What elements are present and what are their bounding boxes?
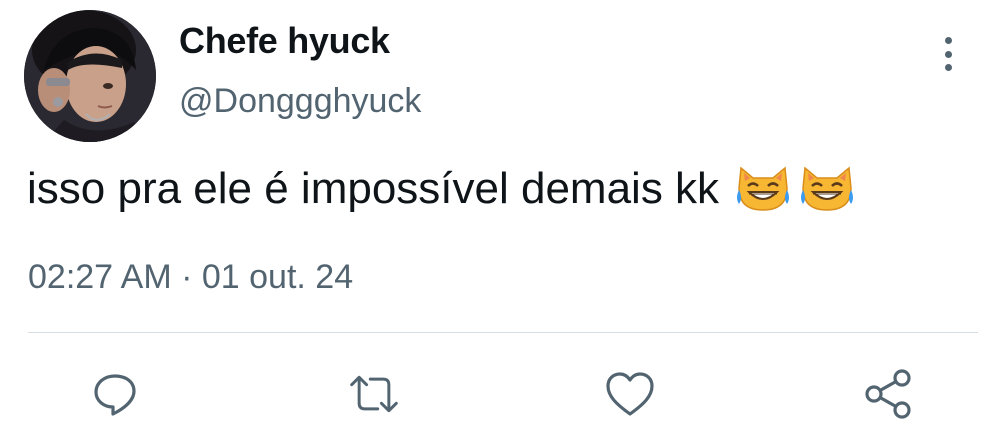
more-dot-icon bbox=[944, 37, 952, 44]
divider bbox=[28, 332, 978, 333]
cat-face-with-tears-of-joy-icon bbox=[799, 164, 855, 214]
cat-face-with-tears-of-joy-icon bbox=[735, 164, 791, 214]
avatar[interactable] bbox=[24, 10, 156, 142]
like-button[interactable] bbox=[604, 368, 656, 420]
more-options-button[interactable] bbox=[930, 32, 966, 76]
reply-icon bbox=[94, 374, 136, 416]
tweet-body: isso pra ele é impossível demais kk bbox=[27, 164, 855, 214]
timestamp[interactable]: 02:27 AM · 01 out. 24 bbox=[28, 258, 353, 297]
retweet-button[interactable] bbox=[348, 368, 400, 420]
more-dot-icon bbox=[944, 64, 952, 71]
retweet-icon bbox=[350, 375, 398, 413]
more-dot-icon bbox=[944, 50, 952, 58]
heart-icon bbox=[606, 372, 654, 416]
share-button[interactable] bbox=[862, 368, 914, 420]
reply-button[interactable] bbox=[89, 368, 141, 420]
share-icon bbox=[865, 369, 911, 419]
tweet-card: Chefe hyuck @Donggghyuck isso pra ele é … bbox=[0, 0, 1000, 442]
user-handle[interactable]: @Donggghyuck bbox=[179, 82, 421, 121]
tweet-text: isso pra ele é impossível demais kk bbox=[27, 164, 720, 213]
display-name[interactable]: Chefe hyuck bbox=[179, 20, 390, 62]
